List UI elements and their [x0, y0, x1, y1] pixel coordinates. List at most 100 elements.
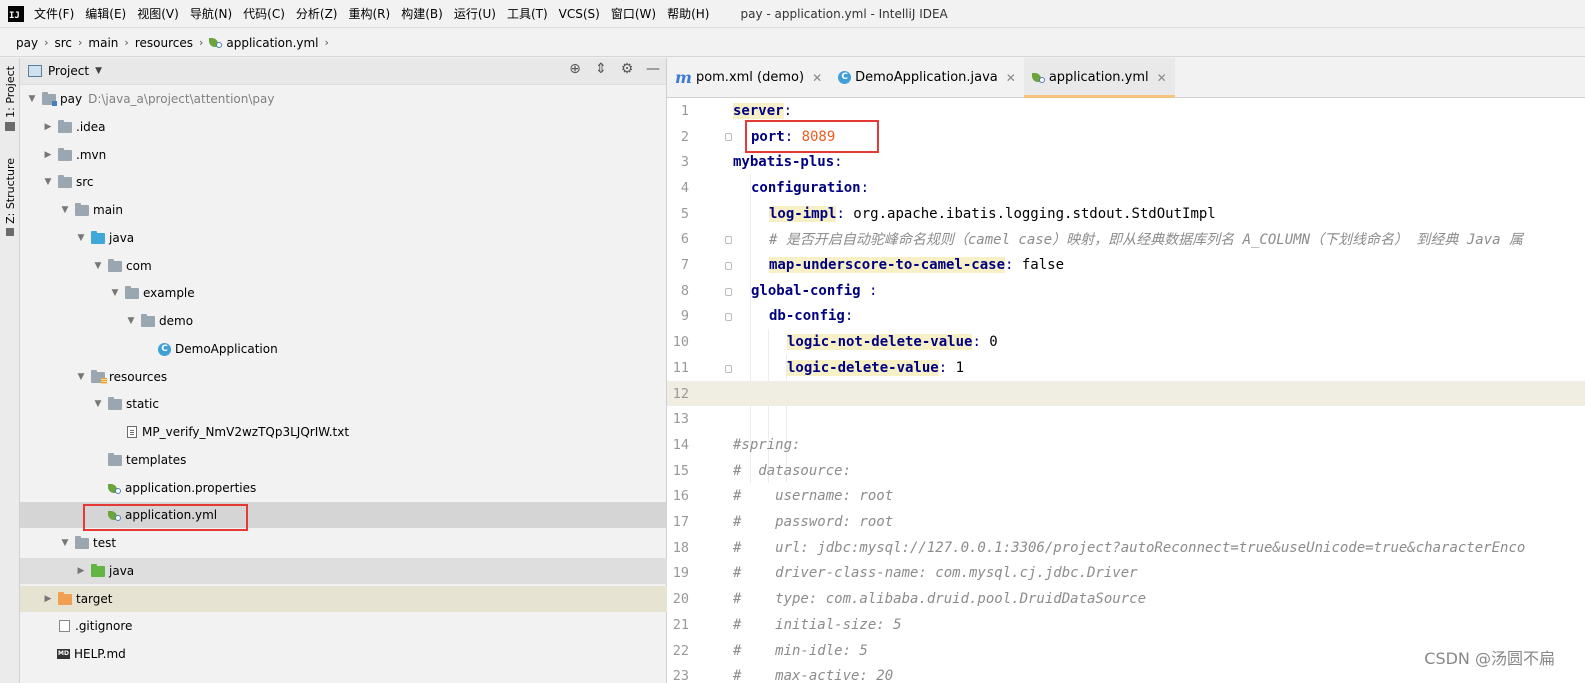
fold-marker-icon[interactable] [725, 236, 732, 244]
line-number: 23 [672, 668, 689, 683]
code-line: 15 # datasource: [667, 458, 1585, 484]
project-view-selector[interactable]: Project [48, 64, 89, 78]
line-content: logic-delete-value: 1 [787, 359, 964, 376]
gear-icon[interactable]: ⚙ [620, 62, 634, 76]
expand-arrow-icon[interactable]: ▼ [59, 205, 71, 215]
maven-icon: m [675, 68, 692, 87]
collapse-arrow-icon[interactable]: ▶ [42, 122, 54, 132]
line-number: 8 [680, 282, 689, 299]
tab-demoapplication-java[interactable]: C DemoApplication.java ✕ [830, 58, 1024, 97]
menu-code[interactable]: 代码(C) [243, 5, 285, 22]
tab-pom-xml[interactable]: m pom.xml (demo) ✕ [667, 58, 830, 97]
tree-item-resources[interactable]: ▼ resources [20, 364, 721, 390]
tree-item-application-properties[interactable]: application.properties [20, 475, 754, 501]
tree-item-example[interactable]: ▼ example [20, 280, 755, 306]
tree-item-main[interactable]: ▼ main [20, 197, 705, 223]
tree-item-application-yml[interactable]: application.yml [20, 502, 754, 528]
close-icon[interactable]: ✕ [812, 71, 822, 85]
project-tool-button[interactable]: 1: Project [0, 66, 20, 131]
expand-arrow-icon[interactable]: ▼ [125, 316, 137, 326]
minimize-icon[interactable]: — [646, 62, 660, 76]
editor: m pom.xml (demo) ✕ C DemoApplication.jav… [667, 58, 1585, 683]
menu-tools[interactable]: 工具(T) [507, 5, 548, 22]
collapse-arrow-icon[interactable]: ▶ [75, 566, 87, 576]
tree-item-verify-txt[interactable]: MP_verify_NmV2wzTQp3LJQrIW.txt [20, 419, 773, 445]
menu-help[interactable]: 帮助(H) [667, 5, 709, 22]
tree-item-templates[interactable]: templates [20, 447, 754, 473]
code-line: 8 global-config : [667, 278, 1585, 304]
fold-marker-icon[interactable] [725, 133, 732, 141]
line-content: logic-not-delete-value: 0 [787, 334, 998, 351]
locate-icon[interactable]: ⊕ [568, 62, 582, 76]
yaml-key: configuration [751, 179, 861, 196]
fold-marker-icon[interactable] [725, 288, 732, 296]
tree-item-test[interactable]: ▼ test [20, 530, 705, 556]
chevron-down-icon[interactable]: ▼ [95, 66, 102, 76]
chevron-right-icon: › [44, 36, 49, 49]
tree-item-label: .mvn [76, 148, 107, 162]
breadcrumb-item-application-yml[interactable]: application.yml [209, 36, 319, 50]
yaml-value: 0 [989, 334, 998, 351]
tree-item-demo[interactable]: ▼ demo [20, 308, 771, 334]
collapse-all-icon[interactable]: ⇕ [594, 62, 608, 76]
breadcrumb-item-resources[interactable]: resources [135, 36, 193, 50]
tree-item-src[interactable]: ▼ src [20, 169, 688, 195]
tree-item-static[interactable]: ▼ static [20, 391, 738, 417]
tree-item-label: resources [109, 370, 168, 384]
tree-item-idea[interactable]: ▶ .idea [20, 114, 688, 140]
collapse-arrow-icon[interactable]: ▶ [42, 150, 54, 160]
tree-item-com[interactable]: ▼ com [20, 253, 738, 279]
tree-item-help-md[interactable]: MD HELP.md [20, 641, 703, 667]
spring-config-icon [108, 483, 121, 494]
tree-item-pay[interactable]: ▼ pay D:\java_a\project\attention\pay [20, 86, 672, 112]
menu-window[interactable]: 窗口(W) [611, 5, 656, 22]
code-line: 1 server: [667, 98, 1585, 124]
tree-item-label: .idea [76, 120, 106, 134]
expand-arrow-icon[interactable]: ▼ [26, 94, 38, 104]
yaml-key: port [751, 128, 785, 145]
tree-item-target[interactable]: ▶ target [20, 586, 688, 612]
menu-file[interactable]: 文件(F) [34, 5, 74, 22]
fold-marker-icon[interactable] [725, 365, 732, 373]
tree-item-gitignore[interactable]: .gitignore [20, 613, 705, 639]
code-area[interactable]: 1 server: 2 port: 8089 3 mybatis-plus: 4… [667, 98, 1585, 683]
fold-marker-icon[interactable] [725, 262, 732, 270]
expand-arrow-icon[interactable]: ▼ [75, 372, 87, 382]
menu-analyze[interactable]: 分析(Z) [296, 5, 338, 22]
code-line: 4 configuration: [667, 175, 1585, 201]
line-content: map-underscore-to-camel-case: false [769, 257, 1064, 274]
package-icon [108, 258, 122, 272]
yaml-key: db-config [769, 308, 845, 325]
close-icon[interactable]: ✕ [1006, 71, 1016, 85]
menu-view[interactable]: 视图(V) [137, 5, 179, 22]
yaml-comment: #spring: [733, 436, 801, 453]
line-number: 9 [680, 308, 689, 325]
tab-application-yml[interactable]: application.yml ✕ [1023, 58, 1175, 98]
expand-arrow-icon[interactable]: ▼ [92, 399, 104, 409]
tree-item-mvn[interactable]: ▶ .mvn [20, 142, 688, 168]
tree-item-test-java[interactable]: ▶ java [20, 558, 721, 584]
breadcrumb-item-pay[interactable]: pay [16, 36, 38, 50]
breadcrumb-label: main [88, 35, 119, 50]
menu-edit[interactable]: 编辑(E) [85, 5, 126, 22]
expand-arrow-icon[interactable]: ▼ [109, 288, 121, 298]
breadcrumb-item-main[interactable]: main [88, 36, 118, 50]
line-number: 4 [680, 179, 689, 196]
collapse-arrow-icon[interactable]: ▶ [42, 594, 54, 604]
fold-marker-icon[interactable] [725, 313, 732, 321]
menu-build[interactable]: 构建(B) [401, 5, 443, 22]
close-icon[interactable]: ✕ [1157, 71, 1167, 85]
breadcrumb-item-src[interactable]: src [54, 36, 72, 50]
tree-item-label: java [109, 231, 135, 245]
menu-bar: IJ 文件(F) 编辑(E) 视图(V) 导航(N) 代码(C) 分析(Z) 重… [0, 0, 1585, 28]
expand-arrow-icon[interactable]: ▼ [59, 538, 71, 548]
menu-refactor[interactable]: 重构(R) [349, 5, 391, 22]
tree-item-java[interactable]: ▼ java [20, 225, 721, 251]
menu-navigate[interactable]: 导航(N) [190, 5, 232, 22]
menu-vcs[interactable]: VCS(S) [559, 7, 600, 21]
menu-run[interactable]: 运行(U) [454, 5, 496, 22]
expand-arrow-icon[interactable]: ▼ [75, 233, 87, 243]
expand-arrow-icon[interactable]: ▼ [92, 261, 104, 271]
structure-tool-button[interactable]: Z: Structure [0, 158, 20, 236]
expand-arrow-icon[interactable]: ▼ [42, 177, 54, 187]
